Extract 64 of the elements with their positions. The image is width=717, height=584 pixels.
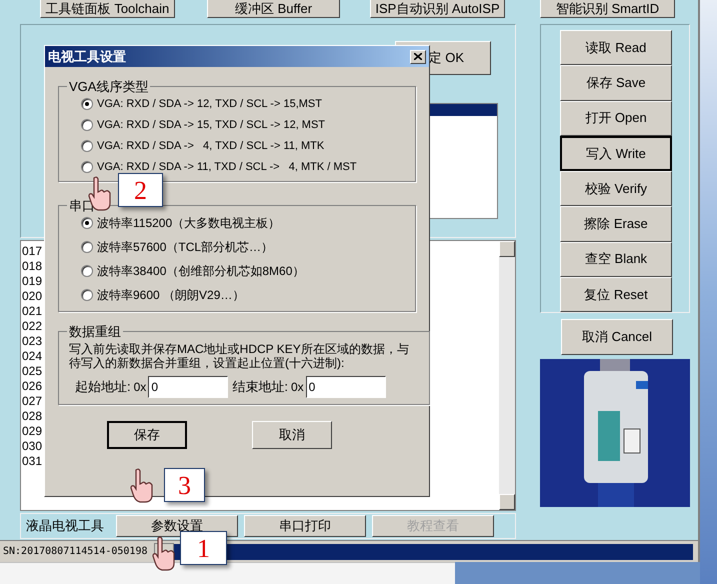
toolbar-button[interactable]: 智能识别 SmartID [540, 0, 675, 18]
log-line-number: 026 [22, 379, 42, 394]
action-button[interactable]: 校验 Verify [560, 171, 672, 206]
regroup-description: 写入前先读取并保存MAC地址或HDCP KEY所在区域的数据，与待写入的新数据合并重组，设置起止位置(十六进制): [69, 342, 410, 370]
toolbar-button[interactable]: ISP自动识别 AutoISP [370, 0, 505, 18]
action-button[interactable]: 查空 Blank [560, 242, 672, 277]
hex-prefix: 0x [134, 378, 146, 396]
group-title: 数据重组 [68, 323, 122, 341]
log-line-number: 018 [22, 259, 42, 274]
log-line-number: 030 [22, 439, 42, 454]
tools-label: 液晶电视工具 [26, 517, 105, 536]
option-label: VGA: RXD / SDA -> 12, TXD / SCL -> 15,MST [97, 96, 322, 112]
cancel-button[interactable]: 取消 Cancel [561, 319, 673, 355]
log-line-number: 025 [22, 364, 42, 379]
step-number-callout: 2 [118, 173, 163, 207]
address-label: 结束地址: [232, 378, 288, 396]
vertical-scrollbar[interactable] [499, 241, 515, 510]
log-line-number: 029 [22, 424, 42, 439]
log-line-number: 021 [22, 304, 42, 319]
close-button[interactable] [410, 50, 426, 64]
radio-button[interactable] [81, 217, 93, 229]
log-line-number: 024 [22, 349, 42, 364]
log-line-number: 020 [22, 289, 42, 304]
option-label: 波特率38400（创维部分机芯如8M60） [97, 263, 304, 280]
tool-button[interactable]: 串口打印 [244, 515, 366, 537]
option-label: VGA: RXD / SDA -> 15, TXD / SCL -> 12, MST [97, 118, 326, 133]
toolbar-button[interactable]: 工具链面板 Toolchain [40, 0, 175, 18]
step-number-callout: 3 [164, 468, 205, 502]
group-title: VGA线序类型 [68, 78, 150, 96]
address-label: 起始地址: [75, 378, 131, 396]
action-button[interactable]: 擦除 Erase [560, 206, 672, 242]
log-line-number: 027 [22, 394, 42, 409]
option-label: 波特率57600（TCL部分机芯…） [97, 239, 274, 256]
log-line-number: 017 [22, 244, 42, 259]
log-line-number: 031 [22, 454, 42, 469]
action-button[interactable]: 读取 Read [560, 30, 672, 66]
close-icon [414, 53, 422, 60]
radio-button[interactable] [81, 161, 93, 173]
log-line-number: 022 [22, 319, 42, 334]
hex-prefix: 0x [290, 378, 304, 396]
address-field[interactable]: 0 [306, 376, 386, 398]
action-button[interactable]: 写入 Write [560, 136, 672, 172]
action-button[interactable]: 打开 Open [560, 100, 672, 136]
radio-button[interactable] [81, 289, 93, 301]
option-label: 波特率115200（大多数电视主板） [97, 215, 280, 232]
address-field[interactable]: 0 [148, 376, 228, 398]
option-label: VGA: RXD / SDA -> 11, TXD / SCL -> 4, MTK / MST [97, 160, 357, 175]
action-button[interactable]: 复位 Reset [560, 276, 672, 312]
radio-button[interactable] [81, 265, 93, 277]
dialog-button[interactable]: 保存 [107, 420, 187, 448]
action-button[interactable]: 保存 Save [560, 65, 672, 100]
radio-button[interactable] [81, 140, 93, 152]
radio-button[interactable] [81, 241, 93, 253]
log-line-number: 023 [22, 334, 42, 349]
toolbar-button[interactable]: 缓冲区 Buffer [207, 0, 340, 18]
log-line-number: 028 [22, 409, 42, 424]
dialog-title: 电视工具设置 [48, 48, 126, 66]
serial-number: SN:20170807114514-050198 [2, 545, 148, 559]
log-line-number: 019 [22, 274, 42, 289]
radio-button[interactable] [81, 98, 93, 110]
option-label: VGA: RXD / SDA -> 4, TXD / SCL -> 11, MTK [97, 138, 324, 154]
dialog-button[interactable]: 取消 [252, 420, 332, 448]
option-label: 波特率9600 （朗朗V29…） [97, 287, 244, 304]
radio-button[interactable] [81, 119, 93, 131]
